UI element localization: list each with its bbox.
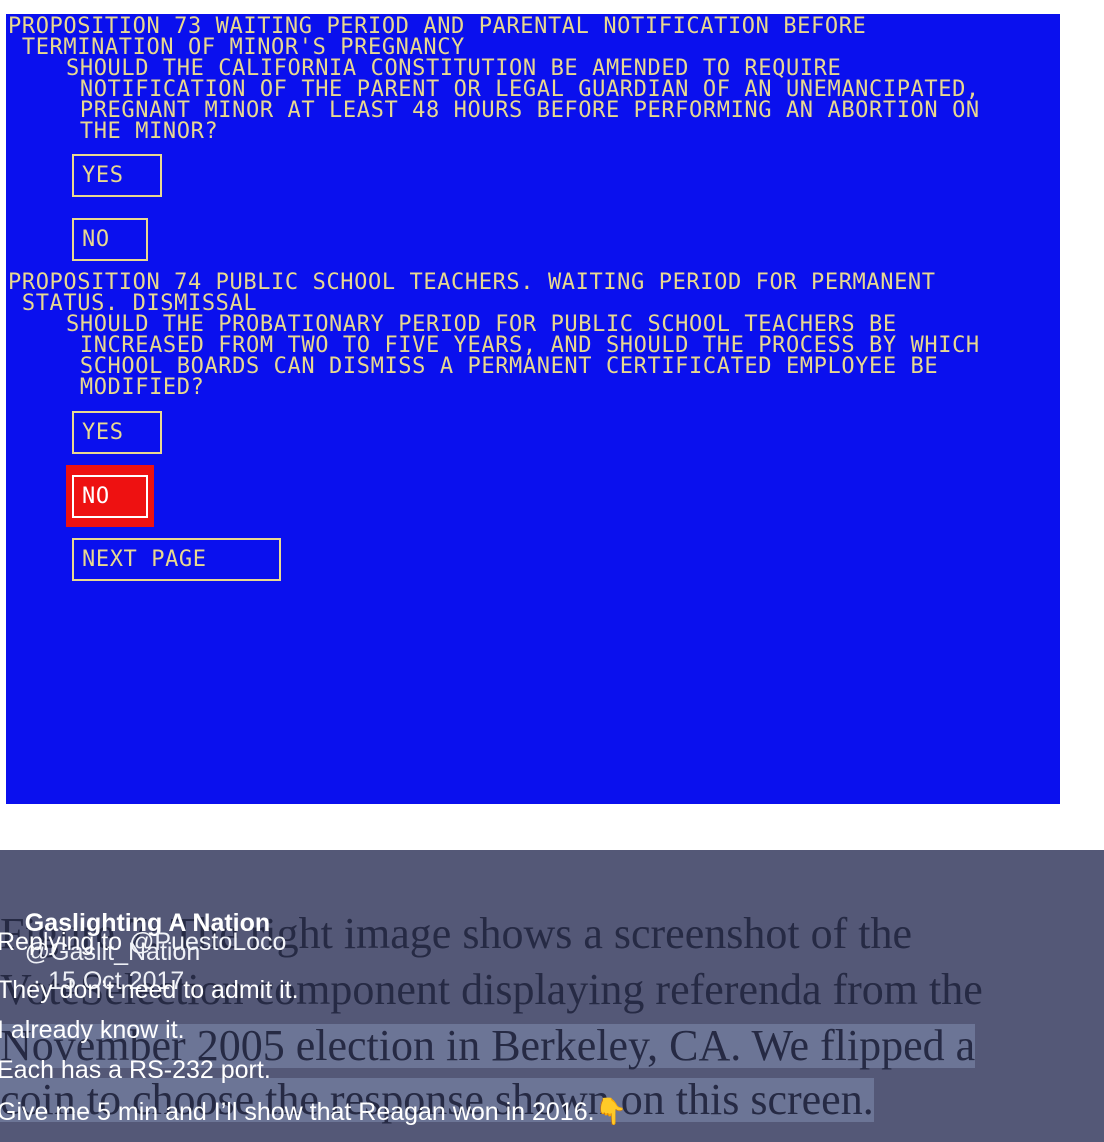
prop73-no-button[interactable]: NO xyxy=(72,218,148,261)
replying-to: Replying to @PuestoLoco xyxy=(0,928,286,957)
tweet-card: Figure 7: The right image shows a screen… xyxy=(0,850,1104,1142)
replying-mention[interactable]: @PuestoLoco xyxy=(129,928,286,956)
prop73-title-line-2: TERMINATION OF MINOR'S PREGNANCY xyxy=(8,35,465,60)
tweet-line-2: I already know it. xyxy=(0,1016,185,1044)
prop73-question-line-4: THE MINOR? xyxy=(66,119,219,144)
next-page-button[interactable]: NEXT PAGE xyxy=(72,538,281,581)
ballot-screen: PROPOSITION 73 WAITING PERIOD AND PARENT… xyxy=(6,14,1060,804)
prop73-question-line-3: PREGNANT MINOR AT LEAST 48 HOURS BEFORE … xyxy=(66,98,980,123)
prop74-title-line-2: STATUS. DISMISSAL xyxy=(8,291,258,316)
prop73-question-line-2: NOTIFICATION OF THE PARENT OR LEGAL GUAR… xyxy=(66,77,980,102)
prop73-yes-button[interactable]: YES xyxy=(72,154,162,197)
prop74-title-line-1: PROPOSITION 74 PUBLIC SCHOOL TEACHERS. W… xyxy=(8,270,936,295)
tweet-line-1: They don’t need to admit it. xyxy=(0,976,299,1004)
pointing-down-hand-icon: 👇 xyxy=(594,1096,627,1126)
tweet-line-4: Give me 5 min and I’ll show that Reagan … xyxy=(0,1096,627,1127)
replying-prefix: Replying to xyxy=(0,928,130,956)
tweet-line-4-text: Give me 5 min and I’ll show that Reagan … xyxy=(0,1098,595,1126)
tweet-line-3: Each has a RS-232 port. xyxy=(0,1056,271,1084)
prop74-question-line-2: INCREASED FROM TWO TO FIVE YEARS, AND SH… xyxy=(66,333,980,358)
prop74-yes-button[interactable]: YES xyxy=(72,411,162,454)
prop73-question-line-1: SHOULD THE CALIFORNIA CONSTITUTION BE AM… xyxy=(66,56,842,81)
prop73-title-line-1: PROPOSITION 73 WAITING PERIOD AND PARENT… xyxy=(8,14,867,39)
prop74-question-line-3: SCHOOL BOARDS CAN DISMISS A PERMANENT CE… xyxy=(66,354,939,379)
prop74-no-button[interactable]: NO xyxy=(72,475,148,518)
prop74-question-line-1: SHOULD THE PROBATIONARY PERIOD FOR PUBLI… xyxy=(66,312,897,337)
prop74-question-line-4: MODIFIED? xyxy=(66,375,205,400)
